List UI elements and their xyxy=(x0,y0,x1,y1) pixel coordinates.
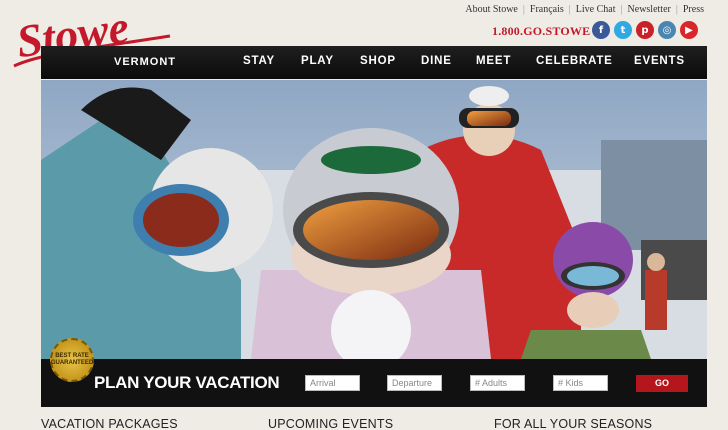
twitter-icon[interactable]: t xyxy=(614,21,632,39)
vacation-packages-heading[interactable]: VACATION PACKAGES xyxy=(41,417,178,430)
nav-meet[interactable]: MEET xyxy=(476,55,511,67)
newsletter-link[interactable]: Newsletter xyxy=(628,4,671,15)
nav-dine[interactable]: DINE xyxy=(421,55,452,67)
nav-celebrate[interactable]: CELEBRATE xyxy=(536,55,613,67)
seal-line-1: BEST RATE xyxy=(55,353,89,359)
adults-input[interactable]: # Adults xyxy=(470,375,525,391)
facebook-icon[interactable]: f xyxy=(592,21,610,39)
phone-number[interactable]: 1.800.GO.STOWE xyxy=(492,24,590,39)
main-navbar: VERMONT STAY PLAY SHOP DINE MEET CELEBRA… xyxy=(41,46,707,79)
upcoming-events-heading[interactable]: UPCOMING EVENTS xyxy=(268,417,393,430)
nav-events[interactable]: EVENTS xyxy=(634,55,685,67)
about-stowe-link[interactable]: About Stowe xyxy=(465,4,518,15)
social-links: f t p ◎ ▶ xyxy=(592,21,698,39)
all-seasons-heading[interactable]: FOR ALL YOUR SEASONS xyxy=(494,417,652,430)
nav-play[interactable]: PLAY xyxy=(301,55,334,67)
plan-your-vacation-title: PLAN YOUR VACATION xyxy=(94,373,280,392)
departure-date-input[interactable]: Departure xyxy=(387,375,442,391)
youtube-icon[interactable]: ▶ xyxy=(680,21,698,39)
booking-bar: PLAN YOUR VACATION Arrival Departure # A… xyxy=(41,359,707,407)
region-label: VERMONT xyxy=(114,56,176,68)
instagram-icon[interactable]: ◎ xyxy=(658,21,676,39)
live-chat-link[interactable]: Live Chat xyxy=(576,4,616,15)
arrival-date-input[interactable]: Arrival xyxy=(305,375,360,391)
francais-link[interactable]: Français xyxy=(530,4,564,15)
kids-input[interactable]: # Kids xyxy=(553,375,608,391)
press-link[interactable]: Press xyxy=(683,4,704,15)
utility-links: About Stowe | Français | Live Chat | Newsle… xyxy=(465,4,704,15)
hero-photo xyxy=(41,80,707,359)
go-button[interactable]: GO xyxy=(636,375,688,392)
nav-stay[interactable]: STAY xyxy=(243,55,275,67)
seal-line-2: GUARANTEED xyxy=(50,360,94,366)
nav-shop[interactable]: SHOP xyxy=(360,55,396,67)
pinterest-icon[interactable]: p xyxy=(636,21,654,39)
best-rate-seal: BEST RATE GUARANTEED xyxy=(50,338,94,382)
